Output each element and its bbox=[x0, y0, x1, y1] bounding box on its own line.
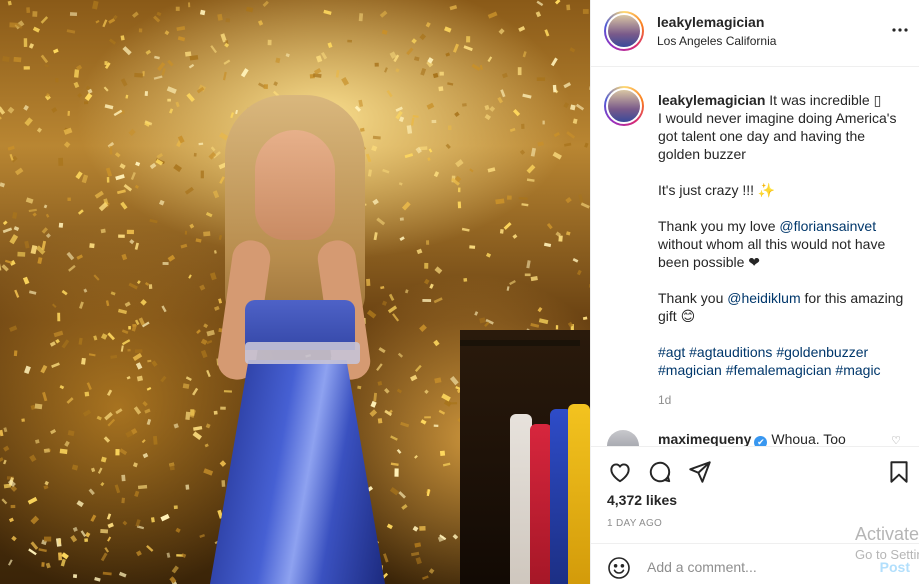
costume-rack bbox=[460, 340, 580, 346]
post-sidebar: leakylemagician Los Angeles California l… bbox=[590, 0, 919, 584]
bookmark-icon[interactable] bbox=[886, 459, 912, 485]
unsupported-glyph: ▯ bbox=[873, 92, 882, 108]
caption-text: without whom all this would not have bee… bbox=[658, 236, 886, 270]
performer bbox=[200, 90, 390, 584]
post-image[interactable] bbox=[0, 0, 590, 584]
mention-link[interactable]: @floriansainvet bbox=[779, 218, 876, 234]
hashtag-links[interactable]: #agt #agtauditions #goldenbuzzer bbox=[658, 344, 868, 360]
author-username[interactable]: leakylemagician bbox=[657, 14, 764, 30]
sparkles-emoji: ✨ bbox=[757, 182, 776, 198]
comment-text: Whoua. Too bbox=[771, 431, 846, 446]
comment-line: maximequeny ✔ Whoua. Too bbox=[658, 431, 846, 446]
smile-emoji: 😊 bbox=[680, 308, 696, 324]
post-caption: leakylemagician It was incredible ▯ I wo… bbox=[658, 91, 906, 379]
caption-text: I would never imagine doing America's go… bbox=[658, 110, 897, 198]
post-actions: 4,372 likes 1 DAY AGO bbox=[591, 446, 919, 543]
paper-plane-icon[interactable] bbox=[687, 459, 713, 485]
verified-badge-icon: ✔ bbox=[754, 436, 768, 446]
costume-white bbox=[510, 414, 532, 584]
commenter-username[interactable]: maximequeny bbox=[658, 431, 751, 446]
add-comment-bar: Post bbox=[591, 543, 919, 584]
comments-area[interactable]: leakylemagician It was incredible ▯ I wo… bbox=[591, 68, 919, 446]
dress-lace bbox=[245, 342, 360, 364]
hashtag-links[interactable]: #magician #femalemagician #magic bbox=[658, 362, 881, 378]
post-timestamp[interactable]: 1 DAY AGO bbox=[607, 518, 662, 529]
smiley-icon[interactable] bbox=[607, 556, 631, 580]
caption-text: It was incredible bbox=[765, 92, 874, 108]
comment-item: maximequeny ✔ Whoua. Too ♡ bbox=[607, 430, 907, 446]
heart-emoji: ❤ bbox=[748, 254, 761, 270]
heart-icon[interactable] bbox=[607, 459, 633, 485]
comment-like-icon[interactable]: ♡ bbox=[891, 434, 901, 446]
author-avatar[interactable] bbox=[604, 11, 644, 51]
caption-author-avatar[interactable] bbox=[604, 86, 644, 126]
dress-skirt bbox=[210, 360, 385, 584]
commenter-avatar[interactable] bbox=[607, 430, 639, 446]
caption-username[interactable]: leakylemagician bbox=[658, 92, 765, 108]
post-header: leakylemagician Los Angeles California bbox=[591, 0, 919, 67]
post-comment-button[interactable]: Post bbox=[880, 559, 910, 575]
caption-text: Thank you my love bbox=[658, 218, 776, 234]
more-options-icon[interactable] bbox=[892, 22, 908, 38]
post-location[interactable]: Los Angeles California bbox=[657, 34, 776, 48]
caption-age[interactable]: 1d bbox=[658, 393, 671, 407]
likes-count[interactable]: 4,372 likes bbox=[607, 492, 677, 508]
caption-avatar-image bbox=[606, 88, 642, 124]
performer-face-in-hands bbox=[255, 130, 335, 240]
costume-red bbox=[530, 424, 552, 584]
costume-yellow bbox=[568, 404, 590, 584]
comment-icon[interactable] bbox=[647, 459, 673, 485]
comment-input[interactable] bbox=[647, 556, 847, 578]
caption-text: Thank you bbox=[658, 290, 724, 306]
author-avatar-image bbox=[606, 13, 642, 49]
mention-link[interactable]: @heidiklum bbox=[727, 290, 800, 306]
